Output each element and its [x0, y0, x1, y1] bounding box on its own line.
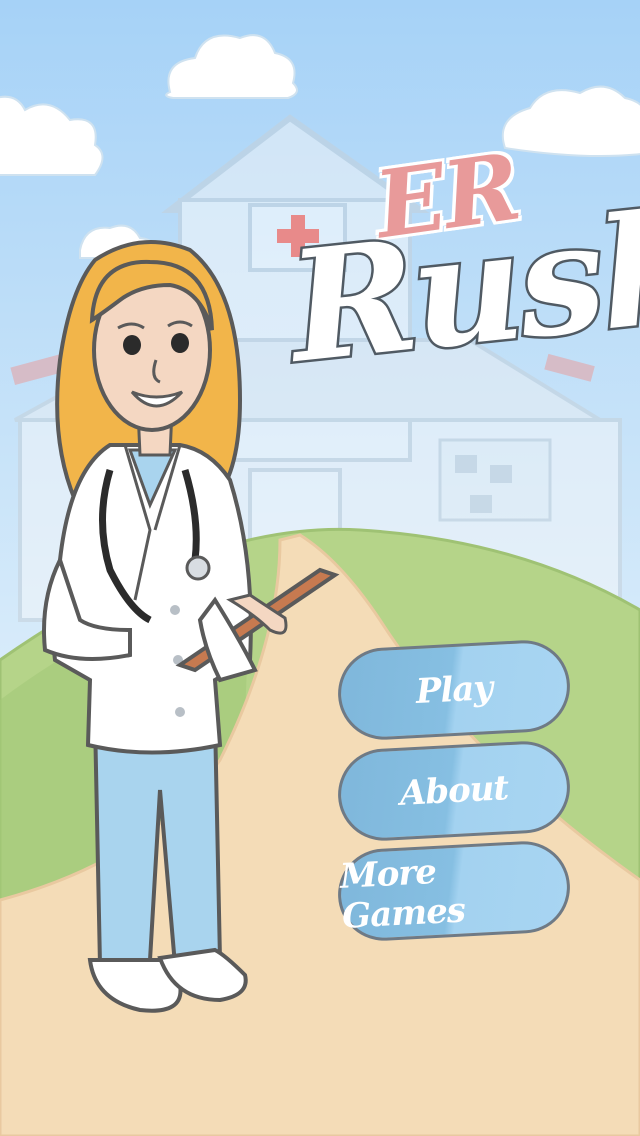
title-rush: Rush — [279, 173, 640, 400]
about-button-label: About — [398, 768, 510, 814]
more-games-button-label: More Games — [339, 851, 466, 937]
about-button[interactable]: About — [335, 738, 573, 844]
play-button-label: Play — [414, 668, 494, 712]
game-scene — [0, 0, 640, 1136]
play-button[interactable]: Play — [335, 637, 573, 743]
more-games-button[interactable]: More Games — [335, 838, 573, 944]
